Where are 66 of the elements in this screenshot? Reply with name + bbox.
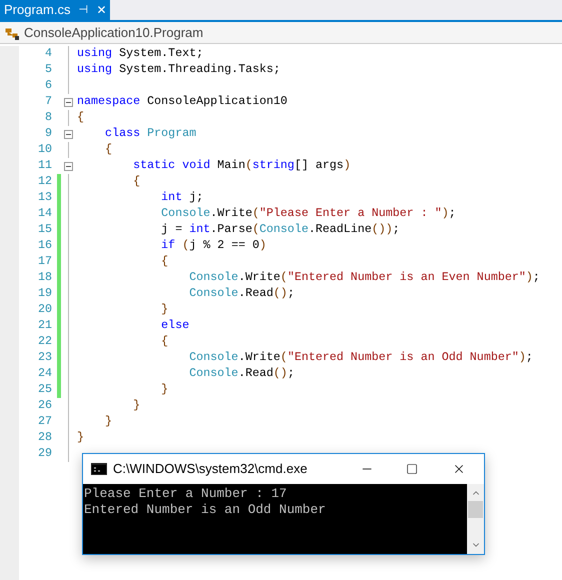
line-number: 5: [44, 61, 53, 78]
code-line: else: [160, 317, 190, 334]
code-line: }: [160, 301, 168, 318]
line-number: 8: [44, 109, 53, 126]
line-number: 16: [36, 237, 53, 254]
line-number: 29: [36, 445, 53, 462]
code-line: namespace ConsoleApplication10: [76, 93, 288, 110]
line-number: 18: [36, 269, 53, 286]
code-line: {: [132, 173, 140, 190]
collapse-icon[interactable]: [64, 162, 72, 170]
line-number: 27: [36, 413, 53, 430]
line-number: 13: [36, 189, 53, 206]
console-icon: [91, 463, 107, 475]
line-number: 19: [36, 285, 53, 302]
code-line: class Program: [104, 125, 196, 142]
line-number: 10: [36, 141, 53, 158]
code-line: }: [76, 429, 84, 446]
scrollbar-thumb[interactable]: [468, 501, 483, 518]
code-line: {: [104, 141, 112, 158]
code-line: int j;: [160, 189, 204, 206]
code-line: static void Main(string[] args): [132, 157, 351, 174]
line-number: 9: [44, 125, 53, 142]
code-line: }: [160, 381, 168, 398]
class-icon: [4, 26, 20, 40]
line-number: 28: [36, 429, 53, 446]
code-line: Console.Read();: [188, 365, 294, 382]
line-number: 20: [36, 301, 53, 318]
line-number: 12: [36, 173, 53, 190]
code-line: {: [76, 109, 84, 126]
maximize-icon[interactable]: [406, 463, 418, 475]
code-line: using System.Threading.Tasks;: [76, 61, 280, 78]
code-line: Console.Write("Please Enter a Number : ");: [160, 205, 456, 222]
line-number: 7: [44, 93, 53, 110]
line-number: 4: [44, 45, 53, 62]
navigation-path[interactable]: ConsoleApplication10.Program: [24, 22, 204, 42]
line-number: 17: [36, 253, 53, 270]
line-number: 14: [36, 205, 53, 222]
collapse-icon[interactable]: [64, 98, 72, 106]
line-number: 6: [44, 77, 53, 94]
file-tab[interactable]: Program.cs ⊣ ✕: [0, 0, 110, 20]
line-number: 23: [36, 349, 53, 366]
console-output-line: Entered Number is an Odd Number: [84, 502, 327, 518]
code-line: }: [104, 413, 112, 430]
code-line: {: [160, 333, 168, 350]
collapse-icon[interactable]: [64, 130, 72, 138]
scrollbar[interactable]: [467, 484, 484, 554]
line-number: 26: [36, 397, 53, 414]
code-line: if (j % 2 == 0): [160, 237, 266, 254]
close-icon[interactable]: ✕: [96, 1, 106, 19]
code-line: }: [132, 397, 140, 414]
line-number: 15: [36, 221, 53, 238]
code-line: Console.Write("Entered Number is an Odd Number");: [188, 349, 533, 366]
line-number: 21: [36, 317, 53, 334]
pin-icon[interactable]: ⊣: [78, 2, 88, 18]
tab-title: Program.cs: [4, 1, 70, 20]
code-line: Console.Write("Entered Number is an Even Number");: [188, 269, 540, 286]
line-number: 25: [36, 381, 53, 398]
console-title: C:\WINDOWS\system32\cmd.exe: [113, 460, 308, 478]
console-output-line: Please Enter a Number : 17: [84, 486, 288, 502]
line-number: 22: [36, 333, 53, 350]
line-number: 24: [36, 365, 53, 382]
code-line: j = int.Parse(Console.ReadLine());: [160, 221, 400, 238]
code-line: Console.Read();: [188, 285, 294, 302]
code-line: using System.Text;: [76, 45, 204, 62]
code-line: {: [160, 253, 168, 270]
line-number: 11: [36, 157, 53, 174]
